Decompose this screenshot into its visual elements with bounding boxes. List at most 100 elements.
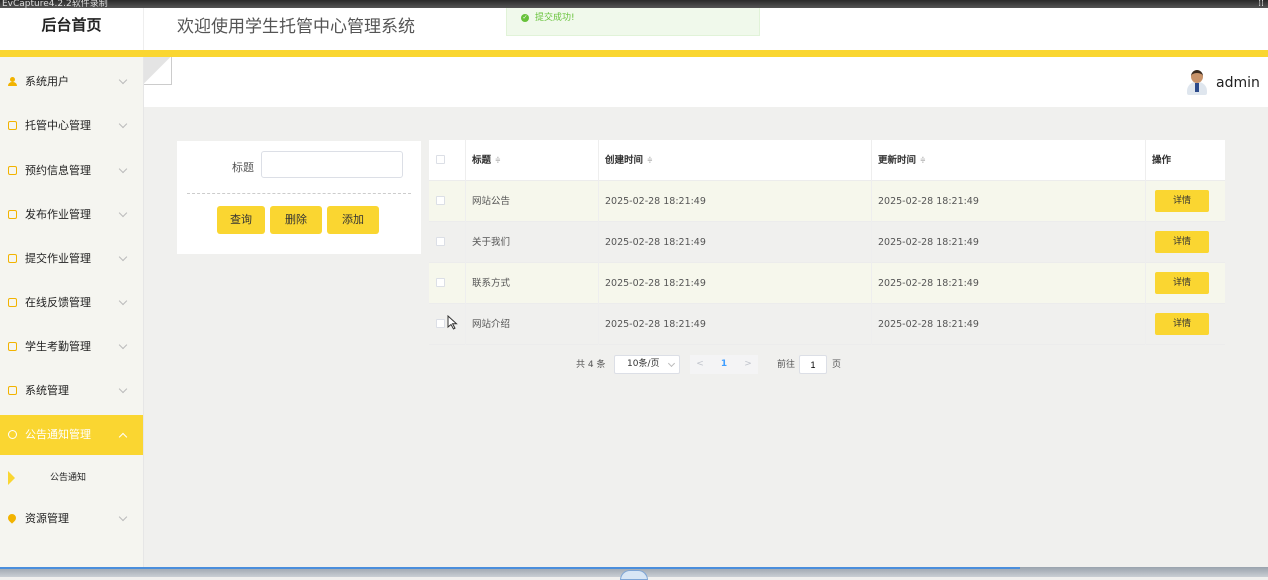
folder-icon bbox=[8, 342, 17, 351]
sidebar-item-label: 资源管理 bbox=[25, 512, 69, 525]
sidebar-item-announcements[interactable]: 公告通知管理 bbox=[0, 415, 143, 455]
next-page-button[interactable]: > bbox=[738, 355, 758, 374]
sidebar-item-label: 预约信息管理 bbox=[25, 164, 91, 177]
check-circle-icon: ✓ bbox=[521, 13, 529, 22]
taskbar-handle-icon[interactable] bbox=[620, 570, 648, 580]
sidebar-item-label: 学生考勤管理 bbox=[25, 340, 91, 353]
table-row[interactable]: 联系方式 2025-02-28 18:21:49 2025-02-28 18:2… bbox=[429, 263, 1225, 304]
table-row[interactable]: 关于我们 2025-02-28 18:21:49 2025-02-28 18:2… bbox=[429, 222, 1225, 263]
chevron-down-icon bbox=[667, 359, 676, 368]
table-row[interactable]: 网站介绍 2025-02-28 18:21:49 2025-02-28 18:2… bbox=[429, 304, 1225, 345]
cell-created: 2025-02-28 18:21:49 bbox=[605, 319, 706, 330]
sidebar-item-care-center[interactable]: 托管中心管理 bbox=[0, 106, 143, 146]
sidebar-item-attendance[interactable]: 学生考勤管理 bbox=[0, 327, 143, 367]
username[interactable]: admin bbox=[1216, 75, 1260, 91]
page-title: 欢迎使用学生托管中心管理系统 bbox=[177, 17, 415, 37]
detail-button[interactable]: 详情 bbox=[1155, 190, 1209, 212]
sidebar-item-label: 托管中心管理 bbox=[25, 119, 91, 132]
row-checkbox[interactable] bbox=[436, 278, 445, 287]
sidebar-item-publish-homework[interactable]: 发布作业管理 bbox=[0, 195, 143, 235]
cell-title: 网站介绍 bbox=[472, 319, 511, 330]
detail-button[interactable]: 详情 bbox=[1155, 272, 1209, 294]
pagination-total: 共 4 条 bbox=[576, 360, 606, 370]
prev-page-button[interactable]: < bbox=[690, 355, 710, 374]
sidebar-item-system-users[interactable]: 系统用户 bbox=[0, 62, 143, 102]
taskbar bbox=[0, 567, 1268, 580]
row-checkbox[interactable] bbox=[436, 196, 445, 205]
table-row[interactable]: 网站公告 2025-02-28 18:21:49 2025-02-28 18:2… bbox=[429, 181, 1225, 222]
chevron-down-icon bbox=[118, 296, 128, 306]
folder-icon bbox=[8, 210, 17, 219]
divider bbox=[187, 193, 411, 194]
column-header-updated[interactable]: 更新时间 ≑ bbox=[878, 140, 926, 181]
query-button[interactable]: 查询 bbox=[217, 206, 265, 234]
sidebar-item-label: 公告通知管理 bbox=[25, 428, 91, 441]
window-controls-icon[interactable]: ⁞⁞ bbox=[1258, 0, 1264, 8]
sidebar-item-label: 系统管理 bbox=[25, 384, 69, 397]
delete-button[interactable]: 删除 bbox=[270, 206, 322, 234]
goto-label-suffix: 页 bbox=[832, 360, 842, 370]
table-header-row: 标题 ≑ 创建时间 ≑ 更新时间 ≑ 操作 bbox=[429, 140, 1225, 181]
title-field-label: 标题 bbox=[232, 161, 254, 174]
sidebar-item-label: 提交作业管理 bbox=[25, 252, 91, 265]
sidebar: 系统用户 托管中心管理 预约信息管理 发布作业管理 提交作业管理 在线反馈管理 … bbox=[0, 57, 144, 577]
sort-icon[interactable]: ≑ bbox=[495, 140, 501, 181]
avatar[interactable] bbox=[1186, 69, 1208, 95]
chevron-down-icon bbox=[118, 75, 128, 85]
title-search-input[interactable] bbox=[261, 151, 403, 178]
row-checkbox[interactable] bbox=[436, 319, 445, 328]
image-icon bbox=[8, 386, 17, 395]
sidebar-item-feedback[interactable]: 在线反馈管理 bbox=[0, 283, 143, 323]
chevron-down-icon bbox=[118, 208, 128, 218]
content-topbar: admin bbox=[144, 57, 1268, 107]
cell-created: 2025-02-28 18:21:49 bbox=[605, 237, 706, 248]
page-size-select[interactable]: 10条/页 bbox=[614, 355, 680, 374]
page-number-current[interactable]: 1 bbox=[710, 355, 738, 374]
chevron-down-icon bbox=[118, 119, 128, 129]
caret-right-icon bbox=[8, 471, 15, 485]
recording-app-titlebar: EvCapture4.2.2软件录制 ⁞⁞ bbox=[0, 0, 1268, 8]
row-checkbox[interactable] bbox=[436, 237, 445, 246]
column-header-title[interactable]: 标题 ≑ bbox=[472, 140, 501, 181]
cell-created: 2025-02-28 18:21:49 bbox=[605, 196, 706, 207]
sort-icon[interactable]: ≑ bbox=[920, 140, 926, 181]
submenu-item-announcement[interactable]: 公告通知 bbox=[0, 458, 143, 498]
search-panel: 标题 查询 删除 添加 bbox=[177, 141, 421, 254]
column-header-actions: 操作 bbox=[1152, 155, 1172, 166]
sidebar-item-label: 系统用户 bbox=[25, 75, 69, 88]
success-toast: ✓ 提交成功! bbox=[506, 8, 760, 36]
sort-icon[interactable]: ≑ bbox=[647, 140, 653, 181]
header-accent-line bbox=[0, 50, 1268, 57]
detail-button[interactable]: 详情 bbox=[1155, 313, 1209, 335]
mouse-pointer-icon bbox=[447, 315, 458, 330]
cell-title: 联系方式 bbox=[472, 278, 511, 289]
chevron-up-icon bbox=[118, 432, 128, 442]
collapse-sidebar-icon[interactable] bbox=[144, 57, 172, 85]
select-all-checkbox[interactable] bbox=[436, 155, 445, 164]
folder-icon bbox=[8, 298, 17, 307]
home-link[interactable]: 后台首页 bbox=[0, 8, 144, 50]
recording-app-title: EvCapture4.2.2软件录制 bbox=[2, 0, 108, 8]
add-button[interactable]: 添加 bbox=[327, 206, 379, 234]
info-icon bbox=[8, 430, 17, 439]
cell-updated: 2025-02-28 18:21:49 bbox=[878, 237, 979, 248]
chevron-down-icon bbox=[118, 164, 128, 174]
sidebar-item-reservations[interactable]: 预约信息管理 bbox=[0, 151, 143, 191]
cell-created: 2025-02-28 18:21:49 bbox=[605, 278, 706, 289]
folder-icon bbox=[8, 166, 17, 175]
cell-updated: 2025-02-28 18:21:49 bbox=[878, 319, 979, 330]
column-header-created[interactable]: 创建时间 ≑ bbox=[605, 140, 653, 181]
sidebar-item-resources[interactable]: 资源管理 bbox=[0, 499, 143, 539]
sidebar-item-submit-homework[interactable]: 提交作业管理 bbox=[0, 239, 143, 279]
detail-button[interactable]: 详情 bbox=[1155, 231, 1209, 253]
chevron-down-icon bbox=[118, 340, 128, 350]
progress-line bbox=[0, 567, 1020, 569]
sidebar-item-system-management[interactable]: 系统管理 bbox=[0, 371, 143, 411]
goto-page-input[interactable] bbox=[799, 355, 827, 374]
cell-updated: 2025-02-28 18:21:49 bbox=[878, 278, 979, 289]
app-header: 后台首页 欢迎使用学生托管中心管理系统 ✓ 提交成功! bbox=[0, 8, 1268, 50]
cell-updated: 2025-02-28 18:21:49 bbox=[878, 196, 979, 207]
cell-title: 关于我们 bbox=[472, 237, 511, 248]
toast-message: 提交成功! bbox=[535, 13, 575, 23]
sidebar-item-label: 在线反馈管理 bbox=[25, 296, 91, 309]
